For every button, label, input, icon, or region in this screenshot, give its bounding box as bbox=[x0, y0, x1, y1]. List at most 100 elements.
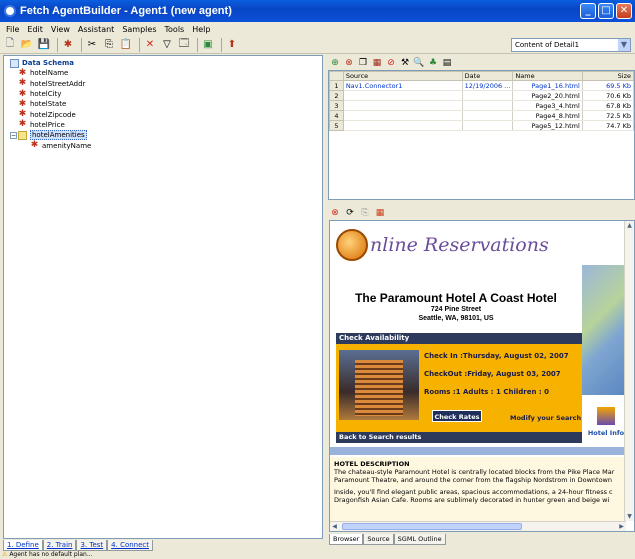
collapse-toggle[interactable]: − bbox=[10, 131, 17, 139]
content-selector[interactable]: Content of Detail1 ▼ bbox=[511, 38, 631, 52]
hotel-header: The Paramount Hotel A Coast Hotel 724 Pi… bbox=[330, 287, 582, 323]
tab-test[interactable]: 3. Test bbox=[76, 540, 108, 551]
table-row[interactable]: 1 Nav1.Connector1 12/19/2006 ... Page1_1… bbox=[329, 80, 634, 91]
field-icon: ✱ bbox=[18, 88, 27, 99]
tree-item[interactable]: ✱ hotelZipcode bbox=[10, 109, 91, 119]
save-icon[interactable]: 💾 bbox=[37, 38, 51, 52]
tab-sgml-outline[interactable]: SGML Outline bbox=[393, 534, 446, 545]
check-out: CheckOut :Friday, August 03, 2007 bbox=[424, 370, 561, 378]
tree-item[interactable]: ✱ hotelCity bbox=[10, 89, 91, 99]
back-to-results-link[interactable]: Back to Search results bbox=[336, 432, 582, 443]
export-icon[interactable]: ▣ bbox=[201, 38, 215, 52]
table-row[interactable]: 4 Page4_8.html 72.5 Kb bbox=[329, 110, 634, 121]
window-title: Fetch AgentBuilder - Agent1 (new agent) bbox=[20, 5, 232, 17]
menu-bar: File Edit View Assistant Samples Tools H… bbox=[0, 22, 635, 36]
tab-define[interactable]: 1. Define bbox=[3, 540, 43, 551]
refresh-icon[interactable]: ⟳ bbox=[344, 207, 356, 219]
rooms: Rooms :1 Adults : 1 Children : 0 bbox=[424, 388, 549, 396]
paste-icon[interactable]: 📋 bbox=[119, 38, 133, 52]
content-selector-value: Content of Detail1 bbox=[515, 41, 580, 49]
map-image bbox=[582, 265, 626, 395]
browser-view: nline Reservations The Paramount Hotel A… bbox=[329, 220, 635, 532]
filter-icon[interactable]: ▽ bbox=[160, 38, 174, 52]
tree-item[interactable]: ✱ hotelName bbox=[10, 68, 91, 78]
tab-source[interactable]: Source bbox=[363, 534, 394, 545]
scroll-right-icon[interactable]: ▶ bbox=[617, 522, 626, 531]
tree-item[interactable]: ✱ hotelStreetAddr bbox=[10, 79, 91, 89]
close-button[interactable]: ✕ bbox=[616, 3, 632, 19]
check-availability-bar: Check Availability bbox=[336, 333, 582, 344]
tree-item[interactable]: ✱ hotelState bbox=[10, 99, 91, 109]
cut-icon[interactable]: ✂ bbox=[85, 38, 99, 52]
copy-icon[interactable]: ⎘ bbox=[359, 207, 371, 219]
scroll-up-icon[interactable]: ▲ bbox=[625, 221, 634, 230]
chevron-down-icon[interactable]: ▼ bbox=[618, 39, 630, 51]
tree-root[interactable]: Data Schema bbox=[10, 58, 91, 68]
scroll-thumb[interactable] bbox=[342, 523, 522, 530]
menu-assistant[interactable]: Assistant bbox=[78, 25, 114, 34]
menu-view[interactable]: View bbox=[51, 25, 70, 34]
status-bar: ⚠ Agent has no default plan... bbox=[0, 551, 635, 559]
col-date[interactable]: Date bbox=[461, 71, 514, 81]
browser-tabs: Browser Source SGML Outline bbox=[329, 534, 446, 545]
tree-item-group[interactable]: − hotelAmenities bbox=[10, 130, 91, 141]
add-page-icon[interactable]: ⊕ bbox=[329, 57, 341, 69]
table-row[interactable]: 5 Page5_12.html 74.7 Kb bbox=[329, 120, 634, 131]
schema-panel: Data Schema ✱ hotelName ✱ hotelStreetAdd… bbox=[3, 55, 323, 539]
check-in: Check In :Thursday, August 02, 2007 bbox=[424, 352, 569, 360]
field-icon: ✱ bbox=[18, 98, 27, 109]
tab-train[interactable]: 2. Train bbox=[42, 540, 77, 551]
field-icon: ✱ bbox=[18, 67, 27, 78]
pages-icon[interactable]: ❐ bbox=[357, 57, 369, 69]
hotel-name: The Paramount Hotel A Coast Hotel bbox=[355, 291, 557, 305]
copy-icon[interactable]: ⎘ bbox=[102, 38, 116, 52]
open-icon[interactable]: 📂 bbox=[20, 38, 34, 52]
modify-search-link[interactable]: Modify your Search bbox=[510, 414, 581, 422]
table-row[interactable]: 3 Page3_4.html 67.8 Kb bbox=[329, 100, 634, 111]
remove-page-icon[interactable]: ⊗ bbox=[343, 57, 355, 69]
hotel-info[interactable]: Hotel Info bbox=[586, 407, 626, 437]
table-row[interactable]: 2 Page2_20.html 70.6 Kb bbox=[329, 90, 634, 101]
maximize-button[interactable]: □ bbox=[598, 3, 614, 19]
col-source[interactable]: Source bbox=[342, 71, 463, 81]
check-rates-button[interactable]: Check Rates bbox=[432, 410, 482, 422]
globe-icon bbox=[336, 229, 368, 261]
results-grid: Source Date Name Size 1 Nav1.Connector1 … bbox=[328, 70, 635, 200]
stop-icon[interactable]: ⊘ bbox=[385, 57, 397, 69]
menu-samples[interactable]: Samples bbox=[122, 25, 156, 34]
scroll-down-icon[interactable]: ▼ bbox=[625, 512, 634, 521]
hotel-street: 724 Pine Street bbox=[430, 306, 482, 313]
find-icon[interactable]: 🔍 bbox=[413, 57, 425, 69]
menu-help[interactable]: Help bbox=[192, 25, 210, 34]
menu-file[interactable]: File bbox=[6, 25, 19, 34]
menu-tools[interactable]: Tools bbox=[165, 25, 185, 34]
run-icon[interactable]: ⬆ bbox=[225, 38, 239, 52]
col-size[interactable]: Size bbox=[581, 71, 634, 81]
tab-connect[interactable]: 4. Connect bbox=[107, 540, 154, 551]
delete-icon[interactable]: ✕ bbox=[143, 38, 157, 52]
tree-item[interactable]: ✱ hotelPrice bbox=[10, 120, 91, 130]
app-icon bbox=[4, 5, 16, 17]
field-icon: ✱ bbox=[18, 109, 27, 120]
stop-icon[interactable]: ⊗ bbox=[329, 207, 341, 219]
new-icon[interactable]: 🗋 bbox=[3, 38, 17, 52]
browser-icon[interactable]: ▦ bbox=[371, 57, 383, 69]
schema-icon bbox=[10, 58, 19, 68]
horizontal-scrollbar[interactable]: ◀ ▶ bbox=[330, 521, 626, 531]
menu-edit[interactable]: Edit bbox=[27, 25, 43, 34]
highlight-icon[interactable]: ▦ bbox=[374, 207, 386, 219]
divider bbox=[330, 447, 626, 455]
minimize-button[interactable]: _ bbox=[580, 3, 596, 19]
availability-box: Check In :Thursday, August 02, 2007 Chec… bbox=[336, 344, 582, 432]
results-table: Source Date Name Size 1 Nav1.Connector1 … bbox=[329, 71, 634, 131]
agent-icon[interactable]: ✱ bbox=[61, 38, 75, 52]
tree-item[interactable]: ✱ amenityName bbox=[10, 140, 92, 150]
scroll-left-icon[interactable]: ◀ bbox=[330, 522, 339, 531]
vertical-scrollbar[interactable]: ▲ ▼ bbox=[624, 221, 634, 521]
tab-browser[interactable]: Browser bbox=[329, 534, 364, 545]
tools-icon[interactable]: ⚒ bbox=[399, 57, 411, 69]
grid-icon[interactable]: ▤ bbox=[441, 57, 453, 69]
properties-icon[interactable]: 🗔 bbox=[177, 38, 191, 52]
find-next-icon[interactable]: ♣ bbox=[427, 57, 439, 69]
col-name[interactable]: Name bbox=[512, 71, 583, 81]
